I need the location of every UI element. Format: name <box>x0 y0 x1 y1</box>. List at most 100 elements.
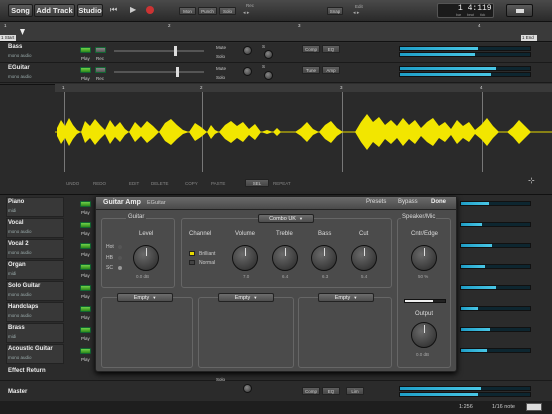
undo-button[interactable]: UNDO <box>66 181 79 186</box>
level-meter <box>399 72 531 77</box>
effect-slot-3-dropdown[interactable]: Empty ▼ <box>318 293 374 302</box>
plugin-lim[interactable]: Lim <box>346 387 364 395</box>
track-name: Acoustic Guitar <box>8 346 53 352</box>
play-toggle[interactable] <box>80 201 91 207</box>
grid-value[interactable]: 1/16 note <box>492 404 515 410</box>
back-icon[interactable]: ⏮ <box>110 6 118 14</box>
play-toggle[interactable] <box>80 285 91 291</box>
rec-toggle[interactable] <box>95 47 106 53</box>
volume-fader[interactable] <box>114 46 204 56</box>
effect-return-label[interactable]: Effect Return <box>8 368 46 374</box>
cut-knob[interactable] <box>351 245 377 271</box>
play-toggle[interactable] <box>80 327 91 333</box>
pickup-sc-led[interactable] <box>118 266 122 270</box>
waveform-ruler-2: 2 <box>200 85 203 90</box>
done-button[interactable]: Done <box>431 199 446 205</box>
level-knob[interactable] <box>133 245 159 271</box>
bass-knob[interactable] <box>311 245 337 271</box>
track-name: Vocal 2 <box>8 241 29 247</box>
track-type: midi <box>8 271 17 276</box>
play-toggle[interactable] <box>80 67 91 73</box>
play-toggle[interactable] <box>80 348 91 354</box>
treble-knob[interactable] <box>272 245 298 271</box>
pan-knob[interactable] <box>243 384 252 393</box>
plugin-eq[interactable]: EQ <box>322 45 340 53</box>
bass-value: 6.3 <box>322 274 329 279</box>
solo-toggle[interactable]: Solo <box>216 377 225 382</box>
play-icon[interactable]: ▶ <box>130 6 138 14</box>
copy-button[interactable]: COPY <box>185 181 198 186</box>
mon-button[interactable]: Mon <box>179 7 196 15</box>
cntr-edge-knob[interactable] <box>411 245 437 271</box>
audio-waveform[interactable] <box>55 92 552 172</box>
bypass-button[interactable]: Bypass <box>398 199 418 205</box>
effect-slot-3 <box>298 297 392 368</box>
end-marker[interactable]: 1 End <box>521 35 537 41</box>
plugin-comp[interactable]: Comp <box>302 387 320 395</box>
pickup-hb-led[interactable] <box>118 256 122 260</box>
ruler-mark-2: 2 <box>168 23 171 28</box>
zoom-icon[interactable]: ⊹ <box>528 176 540 186</box>
keyboard-icon[interactable] <box>526 403 542 411</box>
snap-button[interactable]: Snap <box>327 7 343 15</box>
channel-normal-led[interactable] <box>189 260 195 265</box>
level-value: 0.0 dB <box>136 274 150 279</box>
pan-knob[interactable] <box>243 67 252 76</box>
track-name: Organ <box>8 262 26 268</box>
solo-button[interactable]: Solo <box>219 7 236 15</box>
track-type: mono audio <box>8 355 32 360</box>
presets-button[interactable]: Presets <box>366 199 386 205</box>
add-track-button[interactable]: Add Track <box>34 4 75 17</box>
volume-knob[interactable] <box>232 245 258 271</box>
studio-button[interactable]: Studio <box>77 4 103 17</box>
delete-button[interactable]: DELETE <box>151 181 169 186</box>
rec-arrows-icon[interactable]: ◂ ▸ <box>243 10 249 16</box>
speaker-slider[interactable] <box>404 299 446 303</box>
play-label: Play <box>81 315 90 320</box>
output-knob[interactable] <box>411 322 437 348</box>
track-type: midi <box>8 208 17 213</box>
amp-model-dropdown[interactable]: Combo UK ▼ <box>258 214 314 223</box>
send-knob[interactable] <box>264 50 273 59</box>
play-toggle[interactable] <box>80 264 91 270</box>
rec-toggle[interactable] <box>95 67 106 73</box>
song-button[interactable]: Song <box>8 4 33 17</box>
edit-button[interactable]: EDIT <box>129 181 139 186</box>
pan-knob[interactable] <box>243 46 252 55</box>
volume-fader[interactable] <box>114 67 204 77</box>
send-knob[interactable] <box>264 71 273 80</box>
redo-button[interactable]: REDO <box>93 181 106 186</box>
edit-arrows-icon[interactable]: ◂ ▸ <box>353 10 359 16</box>
waveform-ruler-4: 4 <box>480 85 483 90</box>
pickup-hot-led[interactable] <box>118 245 122 249</box>
record-icon[interactable] <box>146 6 154 14</box>
timeline-ruler[interactable] <box>0 22 552 42</box>
effect-slot-1-dropdown[interactable]: Empty ▼ <box>117 293 173 302</box>
view-toggle-button[interactable] <box>506 4 533 17</box>
play-toggle[interactable] <box>80 306 91 312</box>
plugin-amp[interactable]: Amp <box>322 66 340 74</box>
amp-model-value: Combo UK <box>269 215 296 222</box>
channel-brilliant-led[interactable] <box>189 251 195 256</box>
mute-button[interactable]: Mute <box>216 45 226 50</box>
effect-slot-2-dropdown[interactable]: Empty ▼ <box>218 293 274 302</box>
track-type: mono audio <box>8 53 32 58</box>
level-meter <box>460 222 531 227</box>
mute-button[interactable]: Mute <box>216 66 226 71</box>
repeat-button[interactable]: REPEAT <box>273 181 291 186</box>
punch-button[interactable]: Punch <box>198 7 217 15</box>
play-toggle[interactable] <box>80 222 91 228</box>
solo-toggle[interactable]: Solo <box>216 54 225 59</box>
play-toggle[interactable] <box>80 243 91 249</box>
play-toggle[interactable] <box>80 47 91 53</box>
start-marker[interactable]: 1 Start <box>0 35 16 41</box>
amp-track-name: EGuitar <box>147 200 166 206</box>
plugin-comp[interactable]: Comp <box>302 45 320 53</box>
solo-toggle[interactable]: Solo <box>216 75 225 80</box>
plugin-tune[interactable]: Tune <box>302 66 320 74</box>
plugin-eq[interactable]: EQ <box>322 387 340 395</box>
sel-button[interactable]: SEL <box>245 179 269 187</box>
zoom-level[interactable]: 1:256 <box>459 404 473 410</box>
paste-button[interactable]: PASTE <box>211 181 225 186</box>
track-name: Bass <box>8 44 23 50</box>
